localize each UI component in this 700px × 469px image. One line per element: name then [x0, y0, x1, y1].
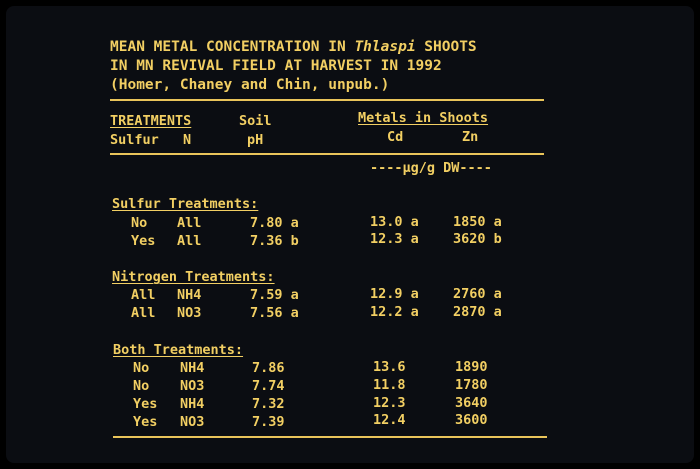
header-metals: Metals in Shoots [358, 110, 489, 126]
cell-zn: 3600 [455, 412, 488, 428]
cell-cd: 12.9 a [370, 286, 419, 302]
cell-sulfur: Yes [131, 233, 156, 249]
cell-zn: 2870 a [453, 304, 502, 320]
cell-zn: 1780 [455, 377, 488, 393]
header-zn: Zn [462, 129, 479, 145]
cell-cd: 13.0 a [370, 214, 419, 230]
section-heading-both: Both Treatments: [113, 342, 244, 358]
cell-cd: 11.8 [373, 377, 406, 393]
cell-n: All [177, 215, 202, 231]
cell-ph: 7.36 b [250, 233, 299, 249]
cell-sulfur: No [131, 215, 148, 231]
cell-ph: 7.80 a [250, 215, 299, 231]
cell-sulfur: No [133, 378, 150, 394]
cell-sulfur: All [131, 305, 156, 321]
cell-sulfur: Yes [133, 396, 158, 412]
cell-cd: 12.2 a [370, 304, 419, 320]
section-heading-nitrogen: Nitrogen Treatments: [112, 269, 275, 285]
cell-zn: 1890 [455, 359, 488, 375]
top-rule [110, 99, 544, 101]
cell-sulfur: No [133, 360, 150, 376]
cell-zn: 3640 [455, 395, 488, 411]
header-cd: Cd [387, 129, 404, 145]
slide-background [6, 6, 694, 463]
cell-cd: 13.6 [373, 359, 406, 375]
header-soil: Soil [239, 113, 272, 129]
header-rule [110, 153, 544, 155]
cell-cd: 12.3 [373, 395, 406, 411]
cell-ph: 7.56 a [250, 305, 299, 321]
cell-sulfur: Yes [133, 414, 158, 430]
title-line-3: (Homer, Chaney and Chin, unpub.) [110, 77, 390, 93]
cell-zn: 3620 b [453, 231, 502, 247]
section-heading-sulfur: Sulfur Treatments: [112, 196, 259, 212]
cell-n: NH4 [180, 396, 205, 412]
cell-n: NO3 [180, 414, 205, 430]
bottom-rule [113, 436, 547, 438]
header-treatments: TREATMENTS [110, 113, 192, 129]
cell-ph: 7.39 [252, 414, 285, 430]
header-n: N [183, 132, 192, 148]
cell-zn: 1850 a [453, 214, 502, 230]
cell-cd: 12.4 [373, 412, 406, 428]
cell-ph: 7.74 [252, 378, 285, 394]
cell-n: NH4 [177, 287, 202, 303]
header-ph: pH [247, 132, 264, 148]
cell-n: All [177, 233, 202, 249]
cell-ph: 7.59 a [250, 287, 299, 303]
cell-n: NO3 [177, 305, 202, 321]
header-sulfur: Sulfur [110, 132, 159, 148]
cell-n: NO3 [180, 378, 205, 394]
cell-n: NH4 [180, 360, 205, 376]
cell-ph: 7.32 [252, 396, 285, 412]
cell-zn: 2760 a [453, 286, 502, 302]
units-label: ----µg/g DW---- [370, 160, 492, 176]
title-line-1: MEAN METAL CONCENTRATION IN Thlaspi SHOO… [110, 39, 477, 55]
cell-ph: 7.86 [252, 360, 285, 376]
slide: MEAN METAL CONCENTRATION IN Thlaspi SHOO… [0, 0, 700, 469]
cell-sulfur: All [131, 287, 156, 303]
cell-cd: 12.3 a [370, 231, 419, 247]
title-line-2: IN MN REVIVAL FIELD AT HARVEST IN 1992 [110, 58, 442, 74]
